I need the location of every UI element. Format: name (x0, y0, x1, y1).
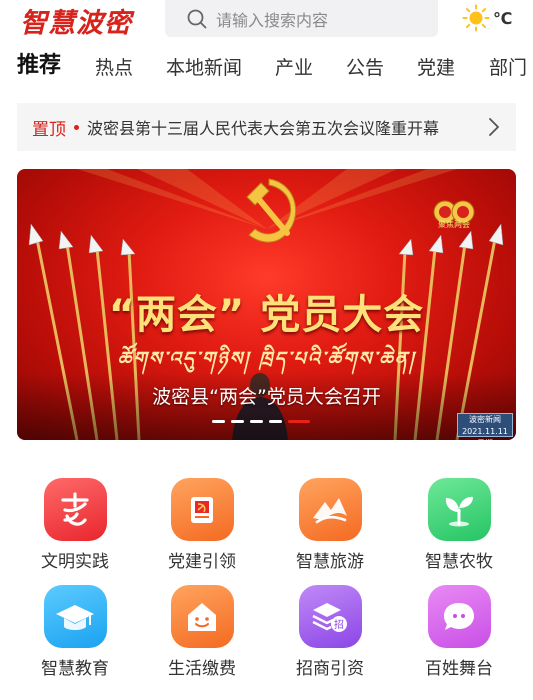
news-channel-tag: 波密新闻 2021.11.11 星期 (457, 413, 513, 440)
tab-party-building[interactable]: 党建 (417, 52, 455, 84)
civilization-practice-icon (43, 478, 107, 541)
banner-headline: “两会” 党员大会 (108, 292, 425, 338)
news-channel-date: 2021.11.11 星期 (462, 427, 508, 440)
service-education[interactable]: 智慧教育 (20, 585, 130, 679)
service-label: 党建引领 (168, 552, 236, 572)
service-investment[interactable]: 招 招商引资 (275, 585, 385, 679)
sun-icon (462, 4, 490, 32)
service-agriculture[interactable]: 智慧农牧 (404, 478, 514, 572)
pinned-notice[interactable]: 置顶 波密县第十三届人民代表大会第五次会议隆重开幕 (17, 103, 516, 151)
party-emblem (246, 178, 297, 243)
chevron-right-icon (488, 117, 500, 141)
two-sessions-badge-text: 聚焦两会 (438, 220, 470, 229)
pinned-label: 置顶 (32, 119, 66, 140)
category-tabs: 推荐 热点 本地新闻 产业 公告 党建 部门 (0, 52, 533, 92)
search-icon (187, 9, 207, 29)
service-label: 智慧农牧 (425, 552, 493, 572)
chat-bubble-icon (427, 585, 491, 648)
banner-carousel[interactable]: 聚焦两会 “两会” 党员大会 ཚོགས་འདུ་གཉིས། ཁྲིད་པའི་ཚ… (17, 169, 516, 440)
carousel-dot[interactable] (250, 420, 263, 423)
tourism-icon (298, 478, 362, 541)
carousel-indicators (212, 420, 310, 423)
service-label: 文明实践 (41, 552, 109, 572)
service-label: 智慧旅游 (296, 552, 364, 572)
tab-departments[interactable]: 部门 (489, 52, 527, 84)
carousel-dot-active[interactable] (288, 420, 310, 423)
header: 智慧波密 请输入搜索内容 ℃ (0, 0, 533, 40)
carousel-dot[interactable] (212, 420, 225, 423)
temperature-unit: ℃ (493, 8, 513, 28)
service-public-stage[interactable]: 百姓舞台 (404, 585, 514, 679)
service-label: 百姓舞台 (425, 659, 493, 679)
party-flag-icon (170, 478, 234, 541)
tab-hot[interactable]: 热点 (95, 52, 133, 84)
carousel-dot[interactable] (269, 420, 282, 423)
notice-title: 波密县第十三届人民代表大会第五次会议隆重开幕 (87, 119, 440, 138)
svg-text:招: 招 (334, 618, 344, 631)
tab-industry[interactable]: 产业 (275, 52, 313, 84)
weather-widget[interactable]: ℃ (462, 4, 512, 32)
service-label: 招商引资 (296, 659, 364, 679)
service-tourism[interactable]: 智慧旅游 (275, 478, 385, 572)
dot-separator (74, 124, 79, 130)
carousel-dot[interactable] (231, 420, 244, 423)
service-civilization-practice[interactable]: 文明实践 (20, 478, 130, 572)
service-utility-payment[interactable]: 生活缴费 (147, 585, 257, 679)
service-label: 智慧教育 (41, 659, 109, 679)
home-smile-icon (170, 585, 234, 648)
tab-local-news[interactable]: 本地新闻 (166, 52, 242, 84)
sprout-icon (427, 478, 491, 541)
search-bar[interactable]: 请输入搜索内容 (165, 0, 438, 37)
tab-announcement[interactable]: 公告 (346, 52, 384, 84)
investment-layers-icon: 招 (298, 585, 362, 648)
tab-recommend[interactable]: 推荐 (17, 50, 61, 82)
search-placeholder: 请输入搜索内容 (216, 10, 329, 30)
service-label: 生活缴费 (168, 659, 236, 679)
news-channel-name: 波密新闻 (469, 415, 501, 424)
banner-caption: 波密县“两会”党员大会召开 (152, 386, 381, 408)
graduation-cap-icon (43, 585, 107, 648)
app-logo[interactable]: 智慧波密 (20, 1, 132, 40)
service-party-building[interactable]: 党建引领 (147, 478, 257, 572)
